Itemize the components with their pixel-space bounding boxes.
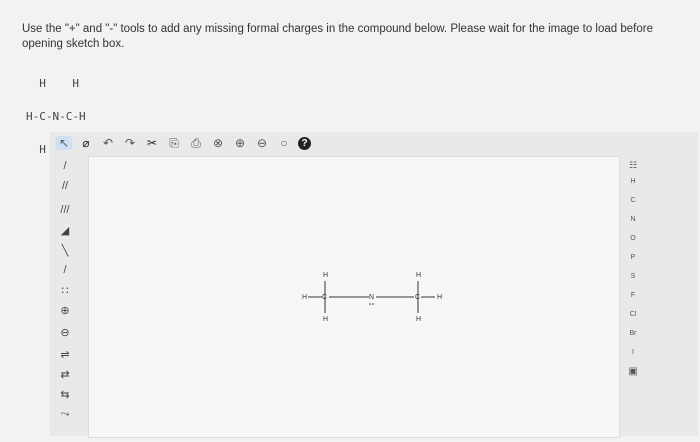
atom-label-h: H [437,294,442,301]
periodic-table-button[interactable]: ☷ [620,160,646,171]
wedge-bond-tool[interactable]: ◢ [56,224,74,237]
hash-bond-tool[interactable]: ╲ [56,244,74,257]
plus-charge-tool[interactable]: ⊕ [56,304,74,317]
arrow-tool-3[interactable]: ⇆ [56,388,74,401]
zoom-fit-icon[interactable]: ○ [276,136,292,150]
double-bond-tool[interactable]: // [56,180,74,192]
triple-bond-tool[interactable]: /// [56,204,74,216]
editor-toolbar: ↖ ⌀ ↶ ↷ ✂ ⎘ ⎙ ⊗ ⊕ ⊖ ○ ? [50,132,356,154]
atom-label-c: C [415,294,420,301]
atom-palette: ☷ H C N O P S F Cl Br I ▣ [620,154,646,434]
more-atoms-button[interactable]: ▣ [620,366,646,377]
atom-Br[interactable]: Br [620,330,646,337]
cut-icon[interactable]: ✂ [144,136,160,150]
atom-label-h: H [323,316,328,323]
question-instructions: Use the "+" and "-" tools to add any mis… [22,23,653,50]
atom-label-n: N [369,294,374,301]
erase-tool-icon[interactable]: ⌀ [78,136,94,150]
atom-H[interactable]: H [620,178,646,185]
atom-F[interactable]: F [620,292,646,299]
arrow-tool-2[interactable]: ⇄ [56,368,74,381]
curved-arrow-tool[interactable]: ⤳ [56,408,74,421]
lone-pair-dot [372,303,374,305]
single-bond-tool[interactable]: / [56,160,74,172]
atom-label-c: C [322,294,327,301]
zoom-in-icon[interactable]: ⊕ [232,136,248,150]
minus-charge-tool[interactable]: ⊖ [56,326,74,339]
formula-line: H-C-N-C-H [26,110,86,123]
atom-Cl[interactable]: Cl [620,311,646,318]
zoom-out-icon[interactable]: ⊖ [254,136,270,150]
select-tool-icon[interactable]: ↖ [56,136,72,150]
atom-C[interactable]: C [620,197,646,204]
drawing-canvas[interactable]: H C N C H H H H H [88,156,620,438]
copy-icon[interactable]: ⎘ [166,136,182,151]
undo-icon[interactable]: ↶ [100,136,116,150]
redo-icon[interactable]: ↷ [122,136,138,150]
atom-N[interactable]: N [620,216,646,223]
formula-line: H H [26,77,79,90]
chain-tool[interactable]: / [56,264,74,276]
atom-I[interactable]: I [620,349,646,356]
arrow-tool-1[interactable]: ⇌ [56,348,74,361]
molecule-drawing[interactable]: H C N C H H H H H [89,157,619,437]
lone-pair-dot [369,303,371,305]
help-icon[interactable]: ? [298,136,311,150]
zoom-reset-icon[interactable]: ⊗ [210,136,226,150]
sketch-editor: ↖ ⌀ ↶ ↷ ✂ ⎘ ⎙ ⊗ ⊕ ⊖ ○ ? / // /// ◢ ╲ / ∷… [50,132,698,438]
paste-icon[interactable]: ⎙ [188,136,204,151]
atom-S[interactable]: S [620,273,646,280]
atom-label-h: H [416,272,421,279]
atom-label-h: H [302,294,307,301]
atom-O[interactable]: O [620,235,646,242]
atom-label-h: H [323,272,328,279]
atom-P[interactable]: P [620,254,646,261]
left-toolbar: / // /// ◢ ╲ / ∷ ⊕ ⊖ ⇌ ⇄ ⇆ ⤳ [50,154,78,436]
lone-pair-tool[interactable]: ∷ [56,284,74,297]
atom-label-h: H [416,316,421,323]
